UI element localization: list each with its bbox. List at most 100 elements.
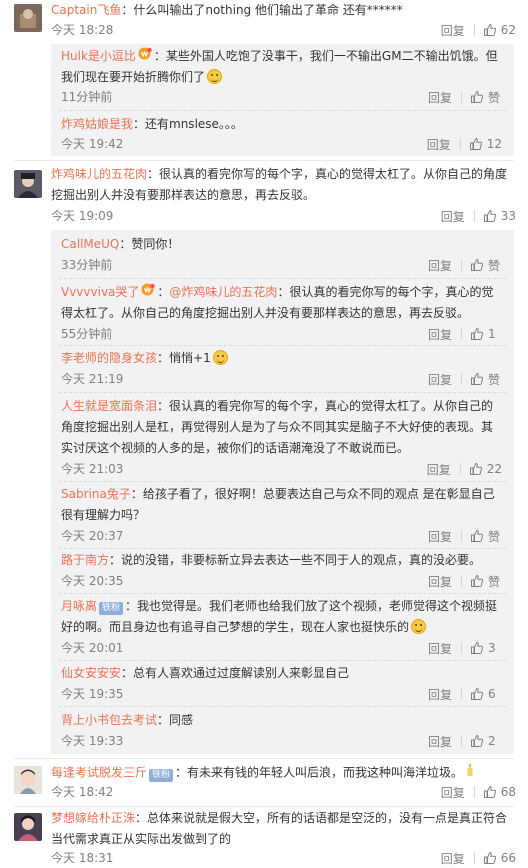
reply-button[interactable]: 回复 (428, 733, 452, 750)
mention-link[interactable]: @炸鸡味儿的五花肉 (169, 285, 277, 299)
reply-item: CallMeUQ：赞同你！ 33分钟前 回复 赞 (51, 234, 514, 276)
reply-separator (59, 392, 506, 393)
like-button[interactable]: 22 (469, 462, 502, 476)
action-divider (473, 852, 475, 864)
reply-username[interactable]: 炸鸡姑娘是我 (61, 117, 133, 131)
reply-button[interactable]: 回复 (428, 89, 452, 106)
thumbs-up-icon (471, 372, 484, 385)
reply-button[interactable]: 回复 (428, 640, 452, 657)
comment-actions: 回复 68 (441, 784, 516, 800)
like-count: 22 (486, 462, 502, 476)
reply-username[interactable]: Vvvvviva哭了 (61, 285, 139, 299)
like-button[interactable]: 12 (469, 137, 502, 151)
reply-button[interactable]: 回复 (428, 686, 452, 703)
reply-username[interactable]: Hulk是小逗比 (61, 49, 136, 63)
comment-text: ：什么叫输出了nothing 他们输出了革命 还有****** (121, 3, 403, 17)
like-button[interactable]: 赞 (470, 89, 502, 106)
vip-badge-icon (138, 46, 152, 67)
reply-item: Sabrina兔子：给孩子看了，很好啊！总要表达自己与众不同的观点 是在彰显自己… (51, 484, 514, 546)
reply-button[interactable]: 回复 (428, 528, 452, 545)
reply-button[interactable]: 回复 (428, 257, 452, 274)
reply-time: 今天 21:03 (61, 462, 124, 476)
like-count: 62 (500, 23, 516, 37)
reply-separator-colon: ： (157, 285, 170, 299)
like-button[interactable]: 2 (470, 734, 502, 748)
like-label: 赞 (488, 372, 501, 387)
vip-badge-icon (141, 282, 156, 303)
like-button[interactable]: 68 (483, 785, 516, 799)
like-button[interactable]: 赞 (470, 257, 502, 274)
like-button[interactable]: 赞 (470, 371, 502, 388)
reply-actions: 回复 赞 (428, 573, 502, 589)
comment-username[interactable]: 炸鸡味儿的五花肉 (51, 167, 147, 181)
reply-item: 背上小书包去考试：同感 今天 19:33 回复 2 (51, 710, 514, 752)
thumbs-up-icon (471, 529, 484, 542)
like-label: 赞 (488, 90, 501, 105)
like-button[interactable]: 赞 (470, 528, 502, 545)
thumbs-up-icon (471, 327, 484, 340)
like-count: 3 (488, 641, 496, 655)
comment-item: 炸鸡味儿的五花肉：很认真的看完你写的每个字，真心的觉得太杠了。从你自己的角度挖掘… (0, 164, 528, 754)
avatar[interactable] (14, 4, 42, 32)
comment-username[interactable]: 梦想嫁给朴正洙 (51, 811, 135, 825)
reply-button[interactable]: 回复 (428, 371, 452, 388)
reply-button[interactable]: 回复 (441, 22, 465, 39)
comment-username[interactable]: Captain飞鱼 (51, 3, 121, 17)
thumbs-up-icon (471, 574, 484, 587)
thumbs-up-icon (483, 209, 496, 222)
like-button[interactable]: 62 (483, 23, 516, 37)
like-count: 12 (486, 137, 502, 151)
reply-list: Hulk是小逗比 ：某些外国人吃饱了没事干，我们一不输出GM二不输出饥饿。但我们现… (51, 44, 514, 156)
thumbs-up-icon (483, 785, 496, 798)
avatar[interactable] (14, 170, 42, 198)
thumbs-up-icon (471, 90, 484, 103)
thumbs-up-icon (469, 137, 482, 150)
reply-button[interactable]: 回复 (427, 461, 451, 478)
like-button[interactable]: 33 (483, 209, 516, 223)
reply-button[interactable]: 回复 (441, 850, 465, 867)
thumbs-up-icon (471, 687, 484, 700)
comment-time: 今天 18:42 (51, 785, 114, 799)
comment-divider (14, 806, 514, 807)
like-count: 33 (500, 209, 516, 223)
reply-username[interactable]: 仙女安安安 (61, 666, 121, 680)
comment-actions: 回复 66 (441, 850, 516, 866)
reply-separator (59, 481, 506, 482)
like-button[interactable]: 6 (470, 687, 502, 701)
reply-username[interactable]: 人生就是宽面条泪 (61, 399, 157, 413)
reply-username[interactable]: 路于南方 (61, 553, 109, 567)
like-button[interactable]: 1 (470, 327, 502, 341)
thumbs-up-icon (483, 851, 496, 864)
action-divider (473, 786, 475, 798)
reply-time: 今天 20:35 (61, 574, 124, 588)
comment-username[interactable]: 每逢考试脱发三斤 (51, 766, 147, 780)
action-divider (461, 91, 462, 103)
reply-button[interactable]: 回复 (441, 784, 465, 801)
reply-separator (59, 660, 506, 661)
avatar[interactable] (14, 813, 42, 841)
reply-username[interactable]: 月咏离 (61, 599, 97, 613)
reply-actions: 回复 3 (428, 640, 502, 656)
reply-button[interactable]: 回复 (427, 136, 451, 153)
reply-button[interactable]: 回复 (428, 326, 452, 343)
thumbs-up-icon (471, 641, 484, 654)
reply-username[interactable]: 背上小书包去考试 (61, 713, 157, 727)
reply-actions: 回复 22 (427, 461, 502, 477)
reply-actions: 回复 2 (428, 733, 502, 749)
candle-emoji-icon (465, 762, 475, 784)
action-divider (461, 373, 462, 385)
reply-button[interactable]: 回复 (441, 208, 465, 225)
reply-list: CallMeUQ：赞同你！ 33分钟前 回复 赞 Vvvvviva哭了 ：@炸鸡味… (51, 230, 514, 754)
reply-text: ：总有人喜欢通过过度解读别人来彰显自己 (121, 666, 350, 680)
like-button[interactable]: 66 (483, 851, 516, 865)
avatar[interactable] (14, 766, 42, 794)
reply-time: 55分钟前 (61, 327, 113, 341)
reply-separator (59, 278, 506, 279)
reply-username[interactable]: CallMeUQ (61, 237, 119, 251)
reply-username[interactable]: 李老师的隐身女孩 (61, 351, 157, 365)
reply-button[interactable]: 回复 (428, 573, 452, 590)
reply-item: 人生就是宽面条泪：很认真的看完你写的每个字，真心的觉得太杠了。从你自己的角度挖掘… (51, 396, 514, 480)
reply-username[interactable]: Sabrina兔子 (61, 487, 131, 501)
like-button[interactable]: 3 (470, 641, 502, 655)
like-button[interactable]: 赞 (470, 573, 502, 590)
